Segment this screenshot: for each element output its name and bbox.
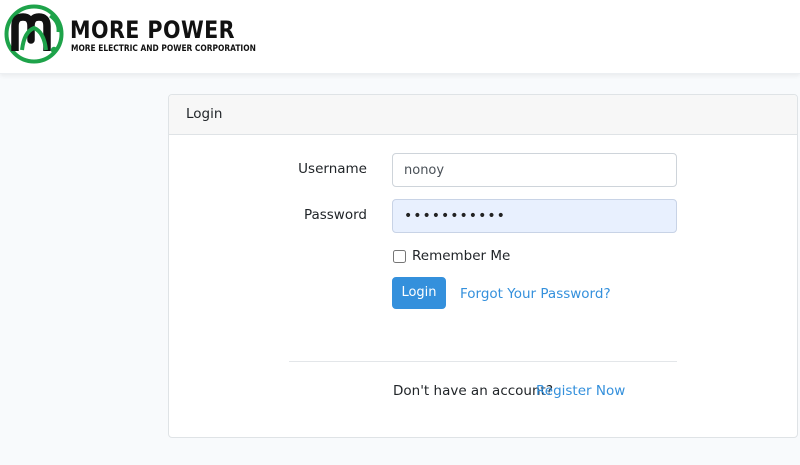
login-button[interactable]: Login [392,277,446,309]
register-link[interactable]: Register Now [536,383,625,399]
navbar: MORE POWER MORE ELECTRIC AND POWER CORPO… [0,0,800,74]
remember-me-label[interactable]: Remember Me [412,248,510,264]
password-field[interactable] [392,199,677,233]
username-field[interactable] [392,153,677,187]
login-card: Login Username Password Remember Me Logi… [168,94,798,438]
brand-subtitle: MORE ELECTRIC AND POWER CORPORATION [71,44,256,54]
brand-logo[interactable]: MORE POWER MORE ELECTRIC AND POWER CORPO… [4,4,256,64]
card-header: Login [169,95,797,135]
no-account-text: Don't have an account? [393,383,553,399]
username-label: Username [298,161,367,177]
password-label: Password [303,207,367,223]
forgot-password-link[interactable]: Forgot Your Password? [460,286,611,302]
remember-me-checkbox[interactable] [393,249,406,263]
more-power-logo-icon [4,4,64,64]
brand-title: MORE POWER [70,16,235,44]
remember-me-row: Remember Me [392,247,510,265]
divider [289,361,677,362]
